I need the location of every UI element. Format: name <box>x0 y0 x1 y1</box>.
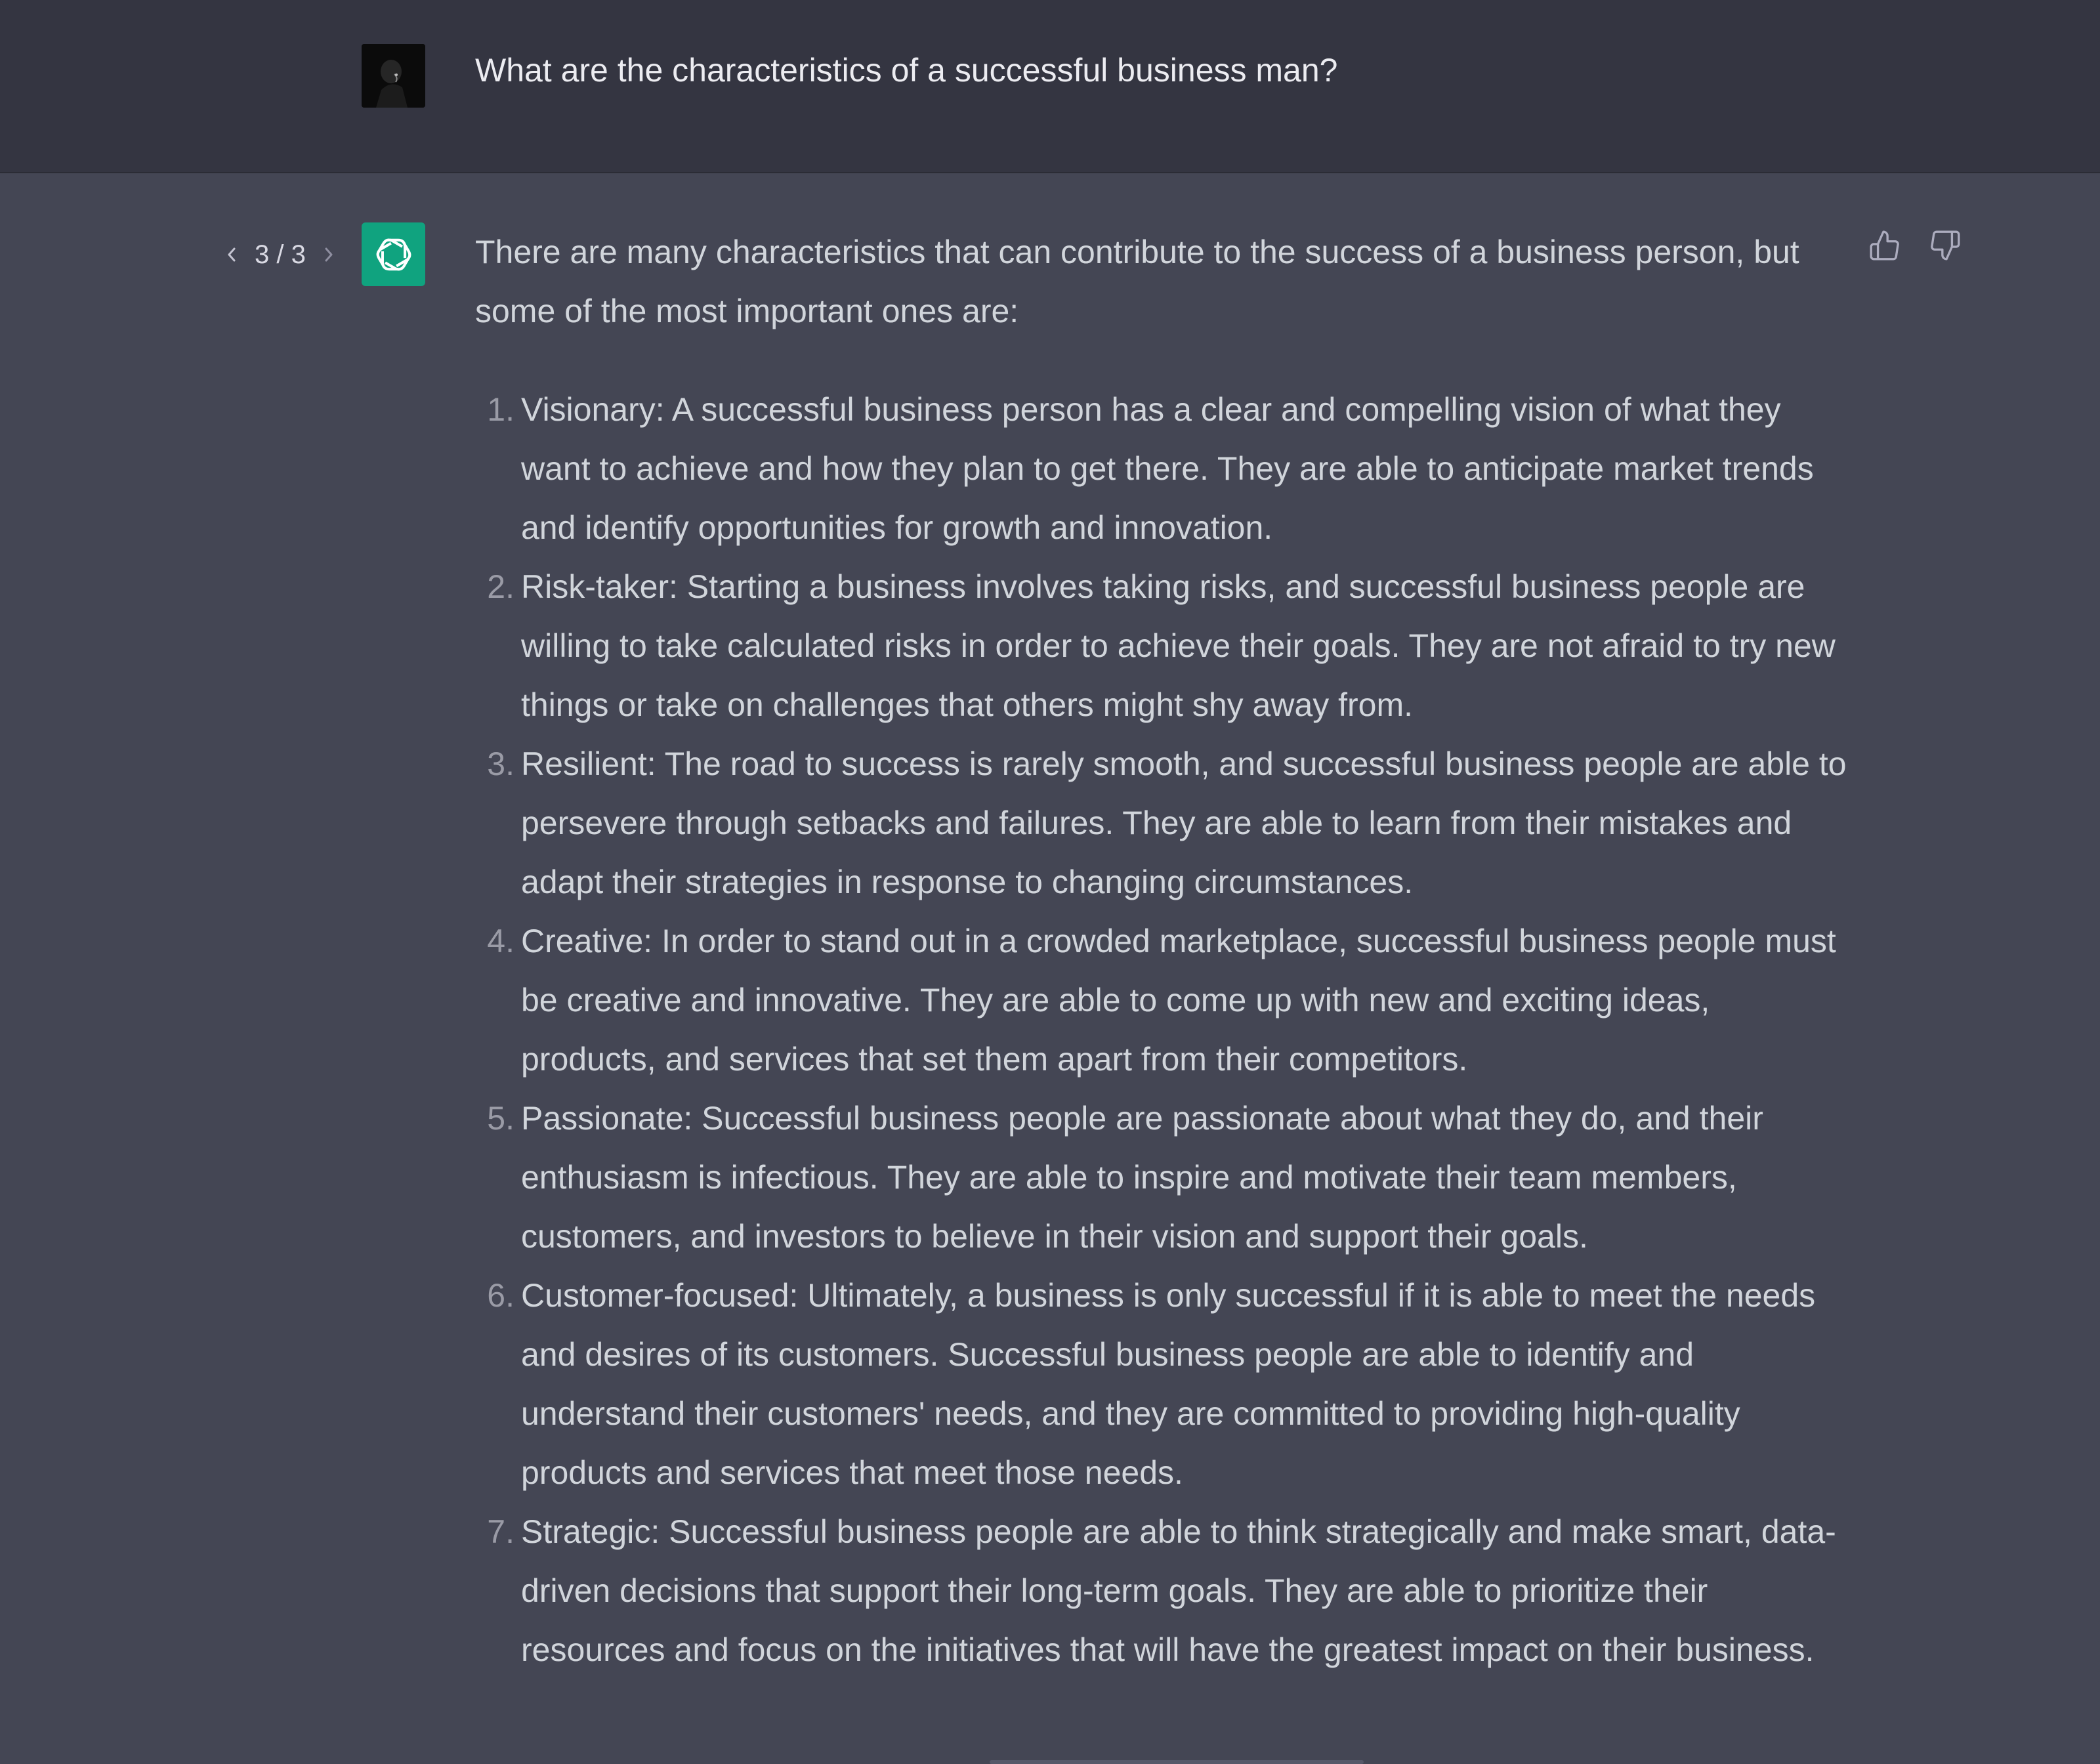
list-item-text: Risk-taker: Starting a business involves… <box>521 568 1836 723</box>
answer-intro: There are many characteristics that can … <box>475 234 1799 329</box>
response-counter: 3 / 3 <box>255 240 306 269</box>
characteristics-list: 1. Visionary: A successful business pers… <box>475 380 1848 1679</box>
list-item-text: Creative: In order to stand out in a cro… <box>521 923 1836 1078</box>
chat-page: What are the characteristics of a succes… <box>0 0 2100 1764</box>
previous-response-button[interactable] <box>222 240 242 269</box>
user-avatar <box>362 44 425 108</box>
list-item-number: 4. <box>487 923 514 959</box>
list-item-text: Customer-focused: Ultimately, a business… <box>521 1277 1816 1491</box>
list-item-text: Resilient: The road to success is rarely… <box>521 746 1847 900</box>
list-item: 7. Strategic: Successful business people… <box>475 1502 1848 1679</box>
list-item: 2. Risk-taker: Starting a business invol… <box>475 557 1848 734</box>
thumbs-up-button[interactable] <box>1868 227 1902 264</box>
list-item-number: 6. <box>487 1277 514 1314</box>
list-item-text: Visionary: A successful business person … <box>521 391 1814 546</box>
list-item-number: 3. <box>487 746 514 782</box>
chevron-left-icon <box>228 247 236 262</box>
assistant-message-content: There are many characteristics that can … <box>475 222 1848 1679</box>
next-response-button[interactable] <box>319 240 339 269</box>
list-item: 3. Resilient: The road to success is rar… <box>475 734 1848 912</box>
openai-logo-icon <box>376 238 411 270</box>
list-item-text: Strategic: Successful business people ar… <box>521 1513 1836 1668</box>
thumbs-up-icon <box>1870 230 1899 261</box>
user-message-row: What are the characteristics of a succes… <box>0 0 2100 173</box>
list-item-text: Passionate: Successful business people a… <box>521 1100 1763 1255</box>
list-item-number: 1. <box>487 391 514 428</box>
list-item: 5. Passionate: Successful business peopl… <box>475 1089 1848 1266</box>
list-item: 6. Customer-focused: Ultimately, a busin… <box>475 1266 1848 1502</box>
response-pager: 3 / 3 <box>222 228 339 281</box>
list-item-number: 5. <box>487 1100 514 1137</box>
assistant-avatar <box>362 222 425 286</box>
feedback-buttons <box>1868 227 1962 264</box>
list-item: 1. Visionary: A successful business pers… <box>475 380 1848 557</box>
list-item-number: 2. <box>487 568 514 605</box>
thumbs-down-button[interactable] <box>1928 227 1962 264</box>
chevron-right-icon <box>325 247 333 262</box>
thumbs-down-icon <box>1931 230 1960 261</box>
list-item: 4. Creative: In order to stand out in a … <box>475 912 1848 1089</box>
scroll-indicator <box>990 1760 1364 1764</box>
list-item-number: 7. <box>487 1513 514 1550</box>
user-message-text: What are the characteristics of a succes… <box>475 52 1338 89</box>
user-avatar-image <box>362 44 425 108</box>
